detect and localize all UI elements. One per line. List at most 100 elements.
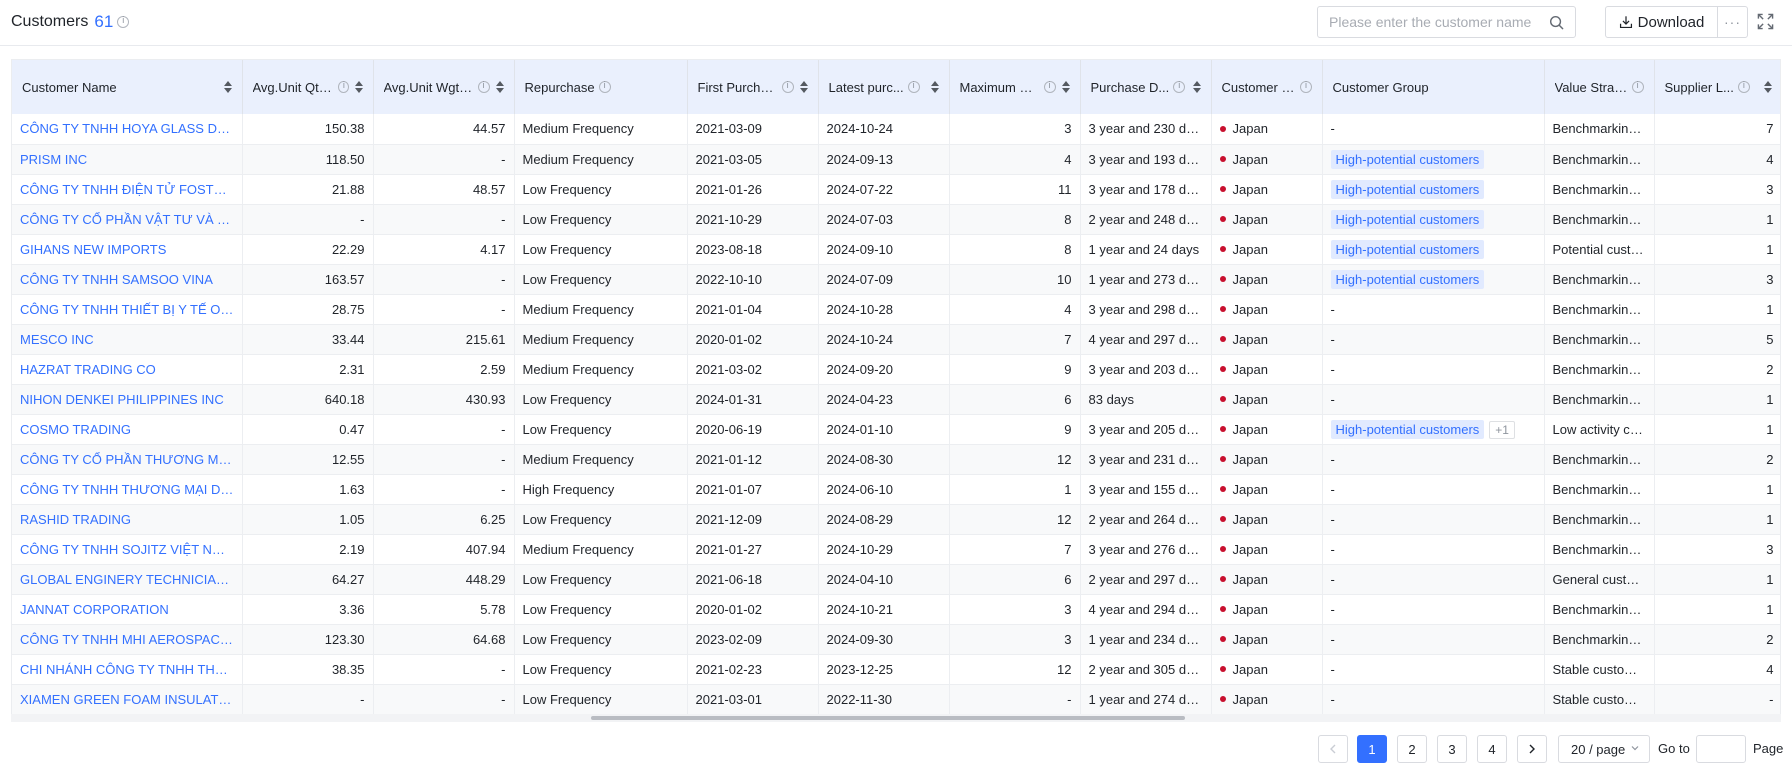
cell-latest: 2024-09-13 [818, 144, 950, 175]
sort-icon[interactable] [223, 81, 232, 93]
table-row[interactable]: JANNAT CORPORATION 3.36 5.78 Low Frequency 2… [12, 594, 1780, 625]
info-icon[interactable] [907, 81, 920, 93]
customer-name-link[interactable]: CÔNG TY TNHH THIẾT BỊ Y TẾ OLYMPUS VIỆT … [12, 294, 243, 325]
horizontal-scrollbar[interactable] [11, 714, 1781, 722]
table-row[interactable]: CHI NHÁNH CÔNG TY TNHH THORESEN VINAMA38… [12, 654, 1780, 685]
cell-groups: - [1322, 444, 1545, 475]
cell-qty: 123.30 [242, 624, 374, 655]
column-header-0[interactable]: Customer Name [12, 60, 243, 114]
page-button-2[interactable]: 2 [1397, 735, 1427, 763]
cell-maxd: 3 [949, 114, 1081, 145]
customer-name-link[interactable]: CÔNG TY CỔ PHẦN VẬT TƯ VÀ TRANG THIẾT BỊ [12, 204, 243, 235]
table-row[interactable]: PRISM INC 118.50- Medium Frequency 2021-03-… [12, 144, 1780, 175]
customer-name-link[interactable]: XIAMEN GREEN FOAM INSULATION MATERIAL [12, 684, 243, 715]
prev-page-button[interactable] [1318, 735, 1348, 763]
info-icon[interactable] [1043, 81, 1056, 93]
table-row[interactable]: RASHID TRADING 1.05 6.25 Low Frequency 2021-… [12, 504, 1780, 535]
info-icon[interactable] [337, 81, 349, 93]
column-header-4[interactable]: First Purcha... [687, 60, 819, 114]
sort-icon[interactable] [799, 81, 808, 93]
table-row[interactable]: CÔNG TY CỔ PHẦN THƯƠNG MẠI VÀ DỊCH VỤ12.… [12, 444, 1780, 475]
table-row[interactable]: XIAMEN GREEN FOAM INSULATION MATERIAL--L… [12, 684, 1780, 715]
cell-location: Japan [1211, 414, 1323, 445]
table-row[interactable]: NIHON DENKEI PHILIPPINES INC 640.18 430.93… [12, 384, 1780, 415]
table-row[interactable]: CÔNG TY TNHH SOJITZ VIỆT NAM CHI NHÁNH2.… [12, 534, 1780, 565]
cell-latest: 2024-07-09 [818, 264, 950, 295]
search-input[interactable] [1329, 14, 1539, 30]
column-header-6[interactable]: Maximum D... [949, 60, 1081, 114]
info-icon[interactable] [781, 81, 794, 93]
cell-maxd: 12 [949, 504, 1081, 535]
column-header-7[interactable]: Purchase D... [1080, 60, 1212, 114]
table-row[interactable]: CÔNG TY TNHH MHI AEROSPACE VIỆT NAM123.3… [12, 624, 1780, 655]
scrollbar-thumb[interactable] [591, 716, 1185, 720]
customer-name-link[interactable]: COSMO TRADING [12, 414, 243, 445]
download-button[interactable]: Download [1605, 6, 1718, 38]
customer-name-link[interactable]: NIHON DENKEI PHILIPPINES INC [12, 384, 243, 415]
page-button-4[interactable]: 4 [1477, 735, 1507, 763]
table-row[interactable]: MESCO INC 33.44 215.61 Medium Frequency 2020… [12, 324, 1780, 355]
table-row[interactable]: CÔNG TY TNHH HOYA GLASS DISK VIỆT NAM150… [12, 114, 1780, 145]
next-page-button[interactable] [1517, 735, 1547, 763]
customer-name-link[interactable]: CÔNG TY TNHH MHI AEROSPACE VIỆT NAM [12, 624, 243, 655]
japan-flag-icon [1219, 426, 1226, 433]
column-header-1[interactable]: Avg.Unit Qty P... [242, 60, 374, 114]
sort-icon[interactable] [930, 81, 939, 93]
customer-name-link[interactable]: CÔNG TY CỔ PHẦN THƯƠNG MẠI VÀ DỊCH VỤ [12, 444, 243, 475]
info-icon[interactable] [1631, 81, 1644, 93]
more-groups-badge[interactable]: +1 [1489, 420, 1515, 439]
customer-name-link[interactable]: GIHANS NEW IMPORTS [12, 234, 243, 265]
sort-icon[interactable] [1763, 81, 1772, 93]
table-row[interactable]: CÔNG TY TNHH THƯƠNG MẠI DỊCH VỤ 1.63- High… [12, 474, 1780, 505]
location-text: Japan [1232, 331, 1268, 347]
sort-icon[interactable] [354, 81, 363, 93]
column-header-5[interactable]: Latest purc... [818, 60, 950, 114]
info-icon[interactable] [477, 81, 490, 93]
customer-name-link[interactable]: RASHID TRADING [12, 504, 243, 535]
column-header-label: Customer L... [1221, 79, 1296, 95]
search-icon[interactable] [1549, 15, 1564, 30]
sort-icon[interactable] [495, 81, 504, 93]
table-row[interactable]: CÔNG TY TNHH SAMSOO VINA 163.57- Low Frequ… [12, 264, 1780, 295]
cell-value: Potential custo... [1544, 234, 1655, 265]
customer-name-link[interactable]: PRISM INC [12, 144, 243, 175]
table-row[interactable]: GLOBAL ENGINERY TECHNICIANS INC 64.27 448.… [12, 564, 1780, 595]
cell-supplier: 3 [1654, 534, 1780, 565]
cell-repurchase: Low Frequency [514, 234, 688, 265]
customer-name-link[interactable]: HAZRAT TRADING CO [12, 354, 243, 385]
info-icon[interactable] [117, 16, 130, 28]
customer-name-link[interactable]: CÔNG TY TNHH ĐIỆN TỬ FOSTER QUẢNG NGÃI [12, 174, 243, 205]
customer-name-link[interactable]: CHI NHÁNH CÔNG TY TNHH THORESEN VINAMA [12, 654, 243, 685]
column-header-2[interactable]: Avg.Unit Wgt ... [373, 60, 515, 114]
table-row[interactable]: CÔNG TY TNHH ĐIỆN TỬ FOSTER QUẢNG NGÃI21… [12, 174, 1780, 205]
customer-name-link[interactable]: CÔNG TY TNHH SAMSOO VINA [12, 264, 243, 295]
page-size-select[interactable]: 20 / page [1558, 735, 1650, 763]
customer-name-link[interactable]: CÔNG TY TNHH HOYA GLASS DISK VIỆT NAM [12, 114, 243, 145]
table-row[interactable]: CÔNG TY TNHH THIẾT BỊ Y TẾ OLYMPUS VIỆT … [12, 294, 1780, 325]
info-icon[interactable] [1173, 81, 1186, 93]
fullscreen-icon[interactable] [1757, 13, 1774, 30]
search-box[interactable] [1317, 6, 1576, 38]
table-row[interactable]: HAZRAT TRADING CO 2.31 2.59 Medium Frequenc… [12, 354, 1780, 385]
cell-wgt: - [373, 444, 515, 475]
customer-name-link[interactable]: GLOBAL ENGINERY TECHNICIANS INC [12, 564, 243, 595]
customer-name-link[interactable]: JANNAT CORPORATION [12, 594, 243, 625]
sort-icon[interactable] [1061, 81, 1070, 93]
sort-icon[interactable] [1192, 81, 1201, 93]
info-icon[interactable] [598, 81, 611, 93]
table-row[interactable]: GIHANS NEW IMPORTS 22.29 4.17 Low Frequency… [12, 234, 1780, 265]
info-icon[interactable] [1299, 81, 1312, 93]
page-button-3[interactable]: 3 [1437, 735, 1467, 763]
info-icon[interactable] [1737, 81, 1750, 93]
more-options-button[interactable]: ··· [1717, 6, 1748, 38]
cell-maxd: 10 [949, 264, 1081, 295]
table-row[interactable]: CÔNG TY CỔ PHẦN VẬT TƯ VÀ TRANG THIẾT BỊ… [12, 204, 1780, 235]
customer-name-link[interactable]: CÔNG TY TNHH THƯƠNG MẠI DỊCH VỤ [12, 474, 243, 505]
table-row[interactable]: COSMO TRADING 0.47- Low Frequency 2020-06-1… [12, 414, 1780, 445]
cell-maxd: 8 [949, 204, 1081, 235]
column-header-11[interactable]: Supplier L... [1654, 60, 1780, 114]
customer-name-link[interactable]: MESCO INC [12, 324, 243, 355]
page-button-1[interactable]: 1 [1357, 735, 1387, 763]
customer-name-link[interactable]: CÔNG TY TNHH SOJITZ VIỆT NAM CHI NHÁNH [12, 534, 243, 565]
goto-page-input[interactable] [1696, 735, 1746, 763]
